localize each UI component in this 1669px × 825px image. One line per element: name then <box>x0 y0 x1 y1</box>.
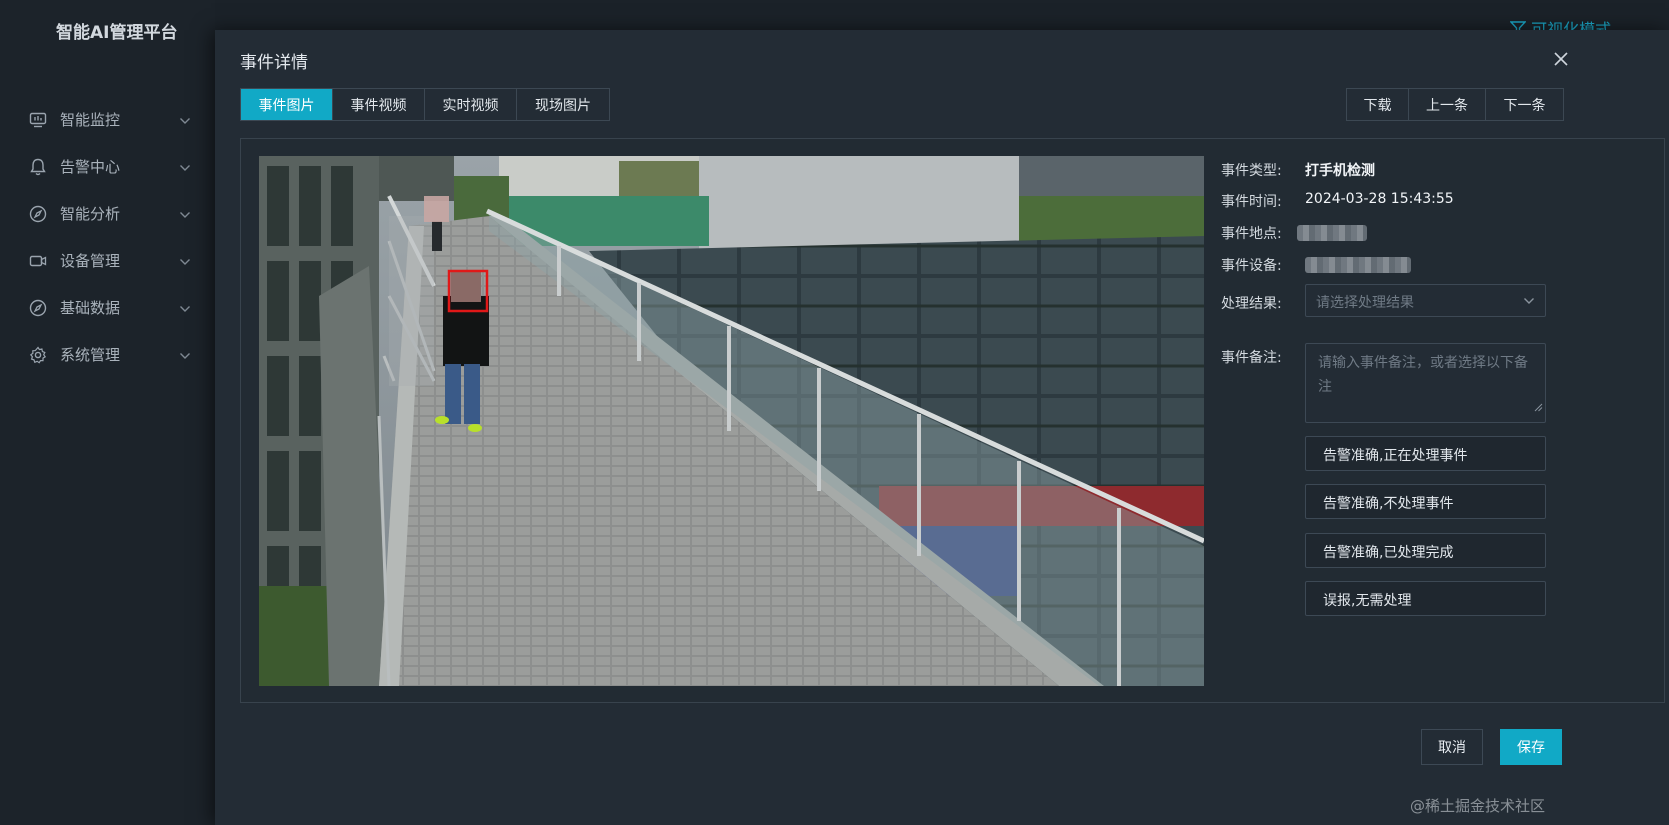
modal-title: 事件详情 <box>240 53 308 73</box>
prev-record-button[interactable]: 上一条 <box>1409 89 1486 120</box>
cancel-button[interactable]: 取消 <box>1421 729 1483 765</box>
remark-textarea[interactable]: 请输入事件备注，或者选择以下备注 <box>1305 343 1546 423</box>
remark-option-false-alarm[interactable]: 误报,无需处理 <box>1305 581 1546 616</box>
event-time-label: 事件时间: <box>1221 194 1282 210</box>
camera-icon <box>28 251 48 271</box>
sidebar-item-system-management[interactable]: 系统管理 <box>0 331 215 378</box>
sidebar-item-label: 系统管理 <box>60 346 121 364</box>
result-select[interactable]: 请选择处理结果 <box>1305 284 1546 317</box>
close-icon[interactable] <box>1553 48 1569 72</box>
remark-option-not-handling[interactable]: 告警准确,不处理事件 <box>1305 484 1546 519</box>
bell-icon <box>28 157 48 177</box>
resize-grip-icon[interactable] <box>1534 396 1543 420</box>
remark-option-completed[interactable]: 告警准确,已处理完成 <box>1305 533 1546 568</box>
event-type-label: 事件类型: <box>1221 163 1282 179</box>
result-select-placeholder: 请选择处理结果 <box>1316 295 1414 311</box>
remark-option-processing[interactable]: 告警准确,正在处理事件 <box>1305 436 1546 471</box>
sidebar-item-label: 智能监控 <box>60 111 121 129</box>
compass-icon <box>28 204 48 224</box>
chevron-down-icon <box>179 205 193 223</box>
app-logo-title: 智能AI管理平台 <box>56 23 178 43</box>
monitor-icon <box>28 110 48 130</box>
sidebar-item-label: 智能分析 <box>60 205 121 223</box>
download-button[interactable]: 下载 <box>1347 89 1409 120</box>
sidebar-item-label: 基础数据 <box>60 299 121 317</box>
chevron-down-icon <box>179 299 193 317</box>
gear-icon <box>28 345 48 365</box>
event-capture-image <box>259 156 1204 686</box>
next-record-button[interactable]: 下一条 <box>1486 89 1563 120</box>
remark-placeholder: 请输入事件备注，或者选择以下备注 <box>1318 355 1528 395</box>
redacted-location-value <box>1297 225 1367 241</box>
result-label: 处理结果: <box>1221 296 1282 312</box>
sidebar-item-device-management[interactable]: 设备管理 <box>0 237 215 284</box>
sidebar-item-smart-monitor[interactable]: 智能监控 <box>0 96 215 143</box>
sidebar-item-label: 设备管理 <box>60 252 121 270</box>
chevron-down-icon <box>179 252 193 270</box>
record-nav-buttons: 下载 上一条 下一条 <box>1346 88 1564 121</box>
sidebar-item-smart-analysis[interactable]: 智能分析 <box>0 190 215 237</box>
event-content-panel: 事件类型: 打手机检测 事件时间: 2024-03-28 15:43:55 事件… <box>240 138 1665 703</box>
save-button[interactable]: 保存 <box>1500 729 1562 765</box>
sidebar-item-basic-data[interactable]: 基础数据 <box>0 284 215 331</box>
tab-live-video[interactable]: 实时视频 <box>425 89 517 120</box>
chevron-down-icon <box>179 158 193 176</box>
redacted-device-value <box>1305 257 1411 273</box>
chevron-down-icon <box>179 111 193 129</box>
sidebar: 智能AI管理平台 智能监控 告警中心 智能分析 设备管理 基础数据 系统管理 <box>0 0 215 825</box>
sidebar-menu: 智能监控 告警中心 智能分析 设备管理 基础数据 系统管理 <box>0 96 215 378</box>
sidebar-item-alarm-center[interactable]: 告警中心 <box>0 143 215 190</box>
chevron-down-icon <box>1523 293 1535 309</box>
tab-event-video[interactable]: 事件视频 <box>333 89 425 120</box>
tab-event-image[interactable]: 事件图片 <box>241 89 333 120</box>
chevron-down-icon <box>179 346 193 364</box>
event-device-label: 事件设备: <box>1221 258 1282 274</box>
event-detail-modal: 事件详情 事件图片 事件视频 实时视频 现场图片 下载 上一条 下一条 事件类型… <box>215 30 1669 825</box>
sidebar-item-label: 告警中心 <box>60 158 121 176</box>
event-type-value: 打手机检测 <box>1305 163 1375 179</box>
event-tabs: 事件图片 事件视频 实时视频 现场图片 <box>240 88 610 121</box>
watermark-text: @稀土掘金技术社区 <box>1410 797 1546 815</box>
compass-icon <box>28 298 48 318</box>
event-time-value: 2024-03-28 15:43:55 <box>1305 191 1454 207</box>
event-location-label: 事件地点: <box>1221 226 1282 242</box>
tab-scene-image[interactable]: 现场图片 <box>517 89 609 120</box>
remark-label: 事件备注: <box>1221 350 1282 366</box>
